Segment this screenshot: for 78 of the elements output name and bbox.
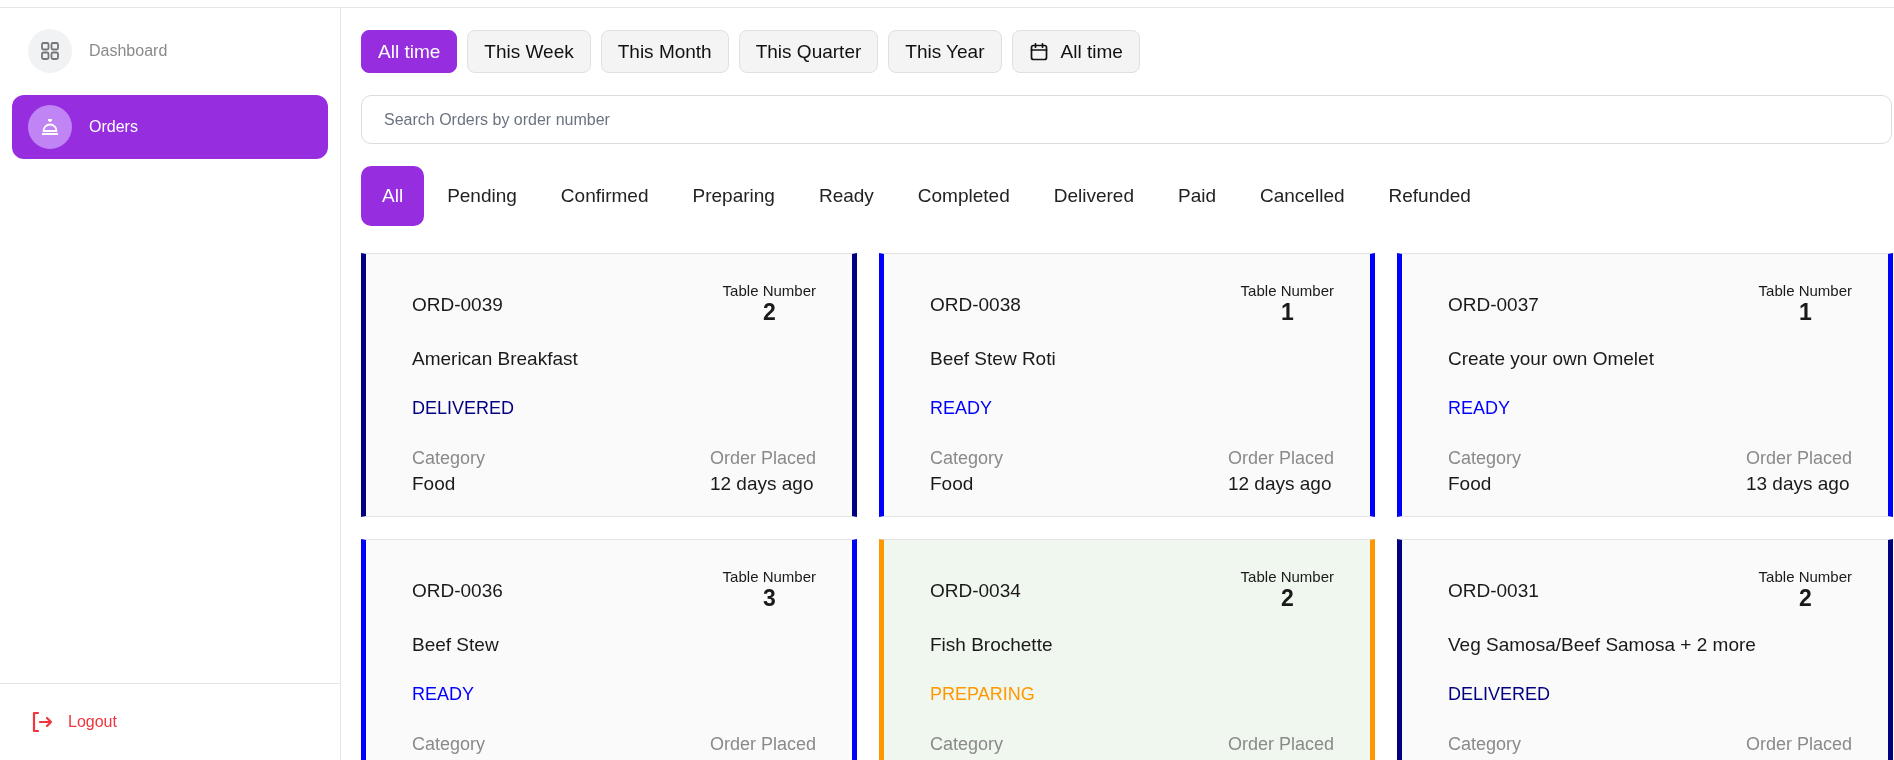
order-items: Create your own Omelet [1448,348,1655,370]
order-status: READY [412,684,475,705]
order-items: American Breakfast [412,348,579,370]
category-value: Food [1448,473,1493,495]
search-field[interactable]: Search Orders by order number [361,95,1892,144]
order-items: Beef Stew [412,634,500,656]
order-placed-label: Order Placed [709,448,816,469]
category-label: Category [930,734,1004,755]
order-card[interactable]: ORD-0034 Table Number 2 Fish Brochette PREPARING Category Order Placed [879,539,1375,760]
table-number-label: Table Number [722,568,816,585]
category-label: Category [1448,734,1522,755]
order-number: ORD-0037 [1448,294,1539,316]
order-number: ORD-0038 [930,294,1021,316]
order-status: READY [1448,398,1511,419]
category-label: Category [930,448,1004,469]
table-number-label: Table Number [1758,282,1852,299]
status-tab[interactable]: Preparing [671,166,796,226]
status-tab[interactable]: Pending [426,166,538,226]
category-value: Food [412,473,457,495]
table-number-label: Table Number [722,282,816,299]
order-placed-label: Order Placed [1745,734,1852,755]
order-placed-label: Order Placed [709,734,816,755]
category-label: Category [1448,448,1522,469]
status-tab[interactable]: Ready [797,166,895,226]
sidebar-item[interactable]: Dashboard [12,29,328,73]
order-number: ORD-0034 [930,580,1021,602]
order-items: Fish Brochette [930,634,1054,656]
table-number: 1 [1798,299,1812,326]
order-items: Beef Stew Roti [930,348,1057,370]
order-status: READY [930,398,993,419]
order-placed-value: 13 days ago [1745,473,1851,495]
order-placed-value: 12 days ago [1227,473,1333,495]
category-value: Food [930,473,975,495]
status-tab[interactable]: Paid [1157,166,1237,226]
table-number: 1 [1280,299,1294,326]
time-filter-button[interactable]: All time [361,30,458,73]
time-filter-button[interactable]: This Quarter [738,30,879,73]
order-number: ORD-0039 [412,294,503,316]
status-tab[interactable]: Refunded [1367,166,1492,226]
order-card[interactable]: ORD-0037 Table Number 1 Create your own Omelet READY Category Food Order Placed 13 days ago [1397,253,1893,517]
order-card[interactable]: ORD-0038 Table Number 1 Beef Stew Roti READY Category Food Order Placed 12 days ago [879,253,1375,517]
order-card[interactable]: ORD-0031 Table Number 2 Veg Samosa/Beef Samosa + 2 more DELIVERED Category Order Placed [1397,539,1893,760]
order-status: DELIVERED [412,398,516,419]
order-placed-value: 12 days ago [709,473,815,495]
table-number: 2 [1798,585,1812,612]
order-number: ORD-0036 [412,580,503,602]
table-number: 2 [762,299,776,326]
category-label: Category [412,448,486,469]
logout-icon [30,710,54,734]
cloche-icon [40,117,60,137]
table-number-label: Table Number [1758,568,1852,585]
status-tab[interactable]: All [361,166,425,226]
table-number: 2 [1280,585,1294,612]
sidebar-item[interactable]: Orders [12,95,328,159]
time-filter-button[interactable]: This Month [600,30,729,73]
logout-link[interactable]: Logout [30,710,117,734]
order-items: Veg Samosa/Beef Samosa + 2 more [1448,634,1757,656]
table-number: 3 [762,585,776,612]
order-placed-label: Order Placed [1227,734,1334,755]
grid-icon [40,41,60,61]
order-number: ORD-0031 [1448,580,1539,602]
table-number-label: Table Number [1240,568,1334,585]
order-card[interactable]: ORD-0036 Table Number 3 Beef Stew READY Category Order Placed [361,539,857,760]
order-placed-label: Order Placed [1227,448,1334,469]
order-placed-label: Order Placed [1745,448,1852,469]
order-status: PREPARING [930,684,1036,705]
status-tab[interactable]: Confirmed [539,166,670,226]
order-status: DELIVERED [1448,684,1552,705]
order-card[interactable]: ORD-0039 Table Number 2 American Breakfast DELIVERED Category Food Order Placed 12 days ago [361,253,857,517]
category-label: Category [412,734,486,755]
time-filter-button[interactable]: This Year [888,30,1002,73]
time-filter-button[interactable]: This Week [467,30,591,73]
status-tab[interactable]: Cancelled [1239,166,1366,226]
status-tab[interactable]: Completed [896,166,1031,226]
status-tab[interactable]: Delivered [1032,166,1155,226]
table-number-label: Table Number [1240,282,1334,299]
time-filter-button[interactable]: All time [1011,30,1140,73]
calendar-icon [1028,41,1049,62]
